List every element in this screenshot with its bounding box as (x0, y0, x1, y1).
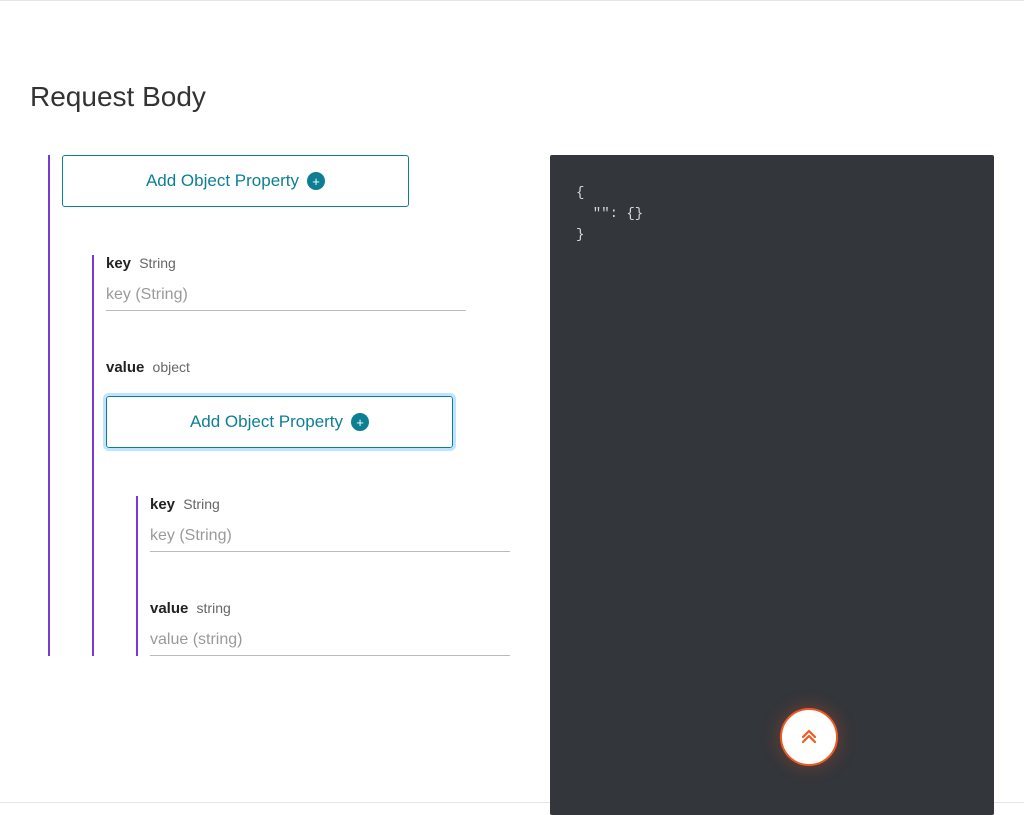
key-type: String (139, 255, 176, 271)
key-input[interactable] (106, 280, 466, 311)
add-object-property-button-nested[interactable]: Add Object Property + (106, 396, 453, 448)
key-type: String (183, 496, 220, 512)
key-field-nested: key String (150, 496, 540, 552)
key-field: key String (106, 255, 540, 311)
value-field-nested: value string (150, 600, 540, 656)
value-label: value (150, 600, 188, 617)
add-object-property-label: Add Object Property (190, 412, 343, 432)
value-input-nested[interactable] (150, 625, 510, 656)
scroll-to-top-button[interactable] (780, 708, 838, 766)
chevron-double-up-icon (797, 725, 821, 749)
key-input-nested[interactable] (150, 521, 510, 552)
key-label: key (150, 496, 175, 513)
code-preview: { "": {} } (550, 155, 994, 815)
value-label: value (106, 359, 144, 376)
add-object-property-button[interactable]: Add Object Property + (62, 155, 409, 207)
plus-icon: + (351, 413, 369, 431)
key-label: key (106, 255, 131, 272)
value-type: string (197, 600, 231, 616)
value-type: object (153, 359, 190, 375)
section-title: Request Body (30, 81, 994, 113)
plus-icon: + (307, 172, 325, 190)
add-object-property-label: Add Object Property (146, 171, 299, 191)
value-field: value object Add Object Property + (106, 359, 540, 656)
request-form: Add Object Property + key String (30, 155, 540, 656)
